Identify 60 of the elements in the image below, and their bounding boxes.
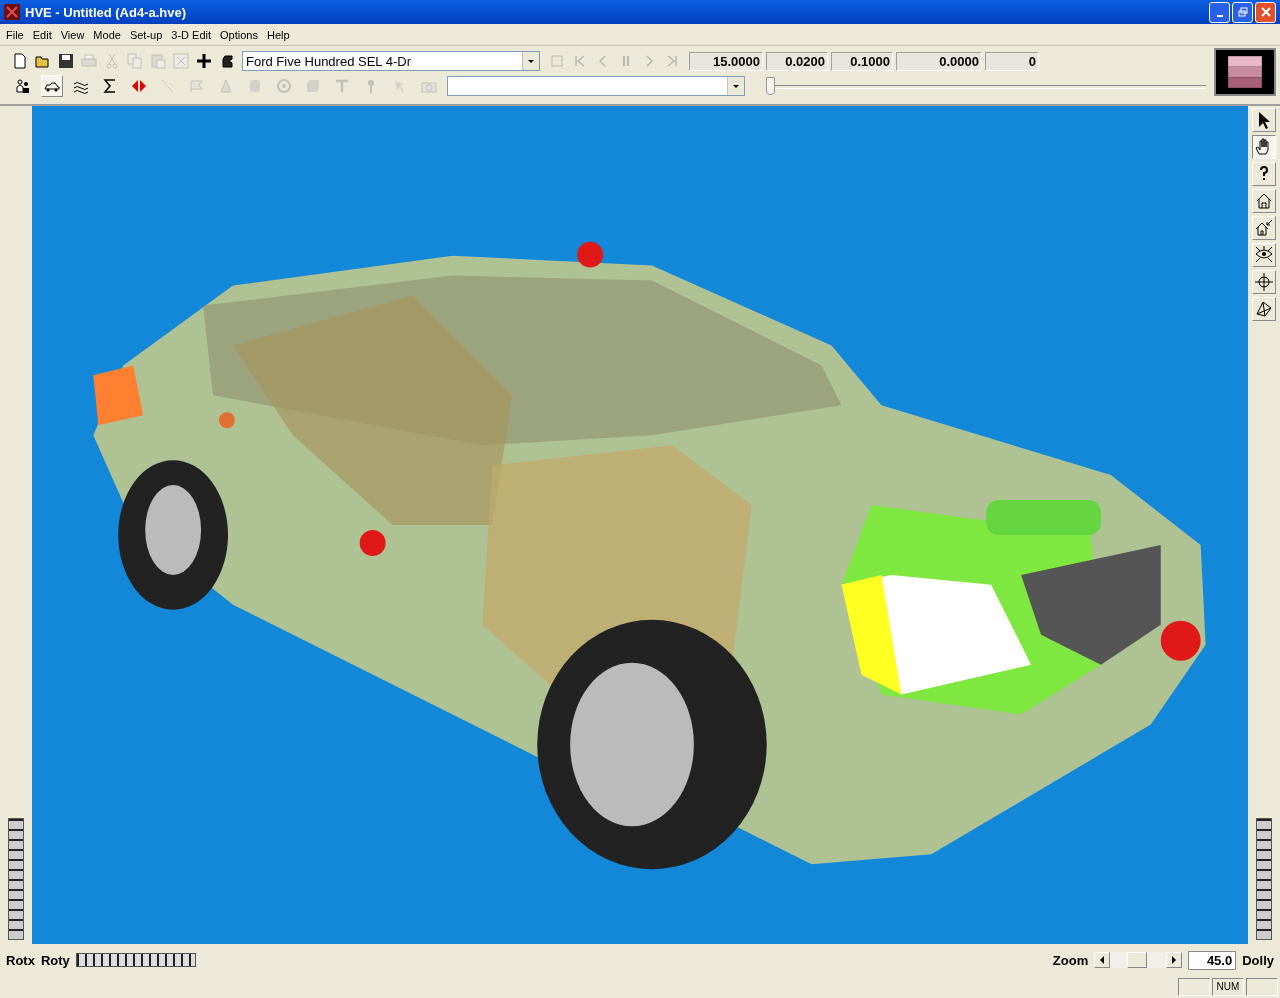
dropdown-arrow-icon <box>732 82 740 90</box>
app-icon <box>4 4 20 20</box>
home-in-icon <box>1254 218 1274 238</box>
close-button[interactable] <box>1255 1 1276 23</box>
menu-item[interactable]: Edit <box>28 26 56 43</box>
restore-button[interactable] <box>1232 1 1253 23</box>
menu-item[interactable]: Mode <box>89 26 125 43</box>
menu-item[interactable]: Options <box>216 26 262 43</box>
arrow-view-tool[interactable] <box>1252 108 1276 132</box>
rotation-wheel[interactable] <box>8 818 24 940</box>
save-icon[interactable] <box>58 53 74 69</box>
cube-icon <box>1254 299 1274 319</box>
home-view-tool[interactable] <box>1252 189 1276 213</box>
dolly-wheel[interactable] <box>1256 818 1272 940</box>
zoom-label: Zoom <box>1052 952 1089 968</box>
roty-label: Roty <box>40 952 70 968</box>
zoom-value-field[interactable]: 45.0 <box>1188 950 1237 970</box>
readout-field: 0.1000 <box>831 51 893 71</box>
rotx-label: Rotx <box>6 952 35 968</box>
home-icon <box>1254 191 1274 211</box>
open-icon[interactable] <box>35 53 51 69</box>
menu-item[interactable]: 3-D Edit <box>167 26 216 43</box>
status-pane <box>1246 978 1278 996</box>
window-title: HVE - Untitled (Ad4-a.hve) <box>25 4 187 20</box>
readout-field: 0 <box>985 51 1039 71</box>
move-icon <box>1254 272 1274 292</box>
plus-icon[interactable] <box>196 53 212 69</box>
menu-item[interactable]: Set-up <box>125 26 167 43</box>
move-view-tool[interactable] <box>1252 270 1276 294</box>
help-view-tool[interactable] <box>1252 162 1276 186</box>
right-arrow-icon <box>1171 956 1178 964</box>
dropdown-arrow-icon <box>527 57 535 65</box>
eye-view-tool[interactable] <box>1252 243 1276 267</box>
eye-icon <box>1254 245 1274 265</box>
new-icon[interactable] <box>12 53 28 69</box>
left-arrow-icon <box>1099 956 1106 964</box>
cube-view-tool[interactable] <box>1252 297 1276 321</box>
readout-field: 0.0000 <box>896 51 982 71</box>
scroll-left-button[interactable] <box>1094 952 1111 968</box>
time-slider[interactable] <box>766 76 1206 96</box>
roty-wheel[interactable] <box>75 953 196 967</box>
num-lock-indicator: NUM <box>1212 978 1244 996</box>
zoom-scrollbar[interactable] <box>1094 951 1183 969</box>
menu-item[interactable]: Help <box>263 26 294 43</box>
menu-item[interactable]: View <box>56 26 89 43</box>
scroll-right-button[interactable] <box>1166 952 1183 968</box>
readout-field: 15.0000 <box>689 51 763 71</box>
minimize-icon <box>1216 15 1223 17</box>
readout-field: 0.0200 <box>766 51 828 71</box>
minimize-button[interactable] <box>1209 1 1230 23</box>
vehicle-dropdown[interactable]: Ford Five Hundred SEL 4-Dr <box>242 51 540 71</box>
dolly-label: Dolly <box>1242 952 1274 968</box>
status-pane <box>1178 978 1210 996</box>
restore-icon <box>1237 7 1248 17</box>
slider-thumb[interactable] <box>766 77 775 95</box>
dropdown[interactable] <box>447 76 745 96</box>
scroll-thumb[interactable] <box>1127 952 1148 968</box>
close-icon <box>1260 7 1271 17</box>
home-in-view-tool[interactable] <box>1252 216 1276 240</box>
menu-item[interactable]: File <box>2 26 28 43</box>
